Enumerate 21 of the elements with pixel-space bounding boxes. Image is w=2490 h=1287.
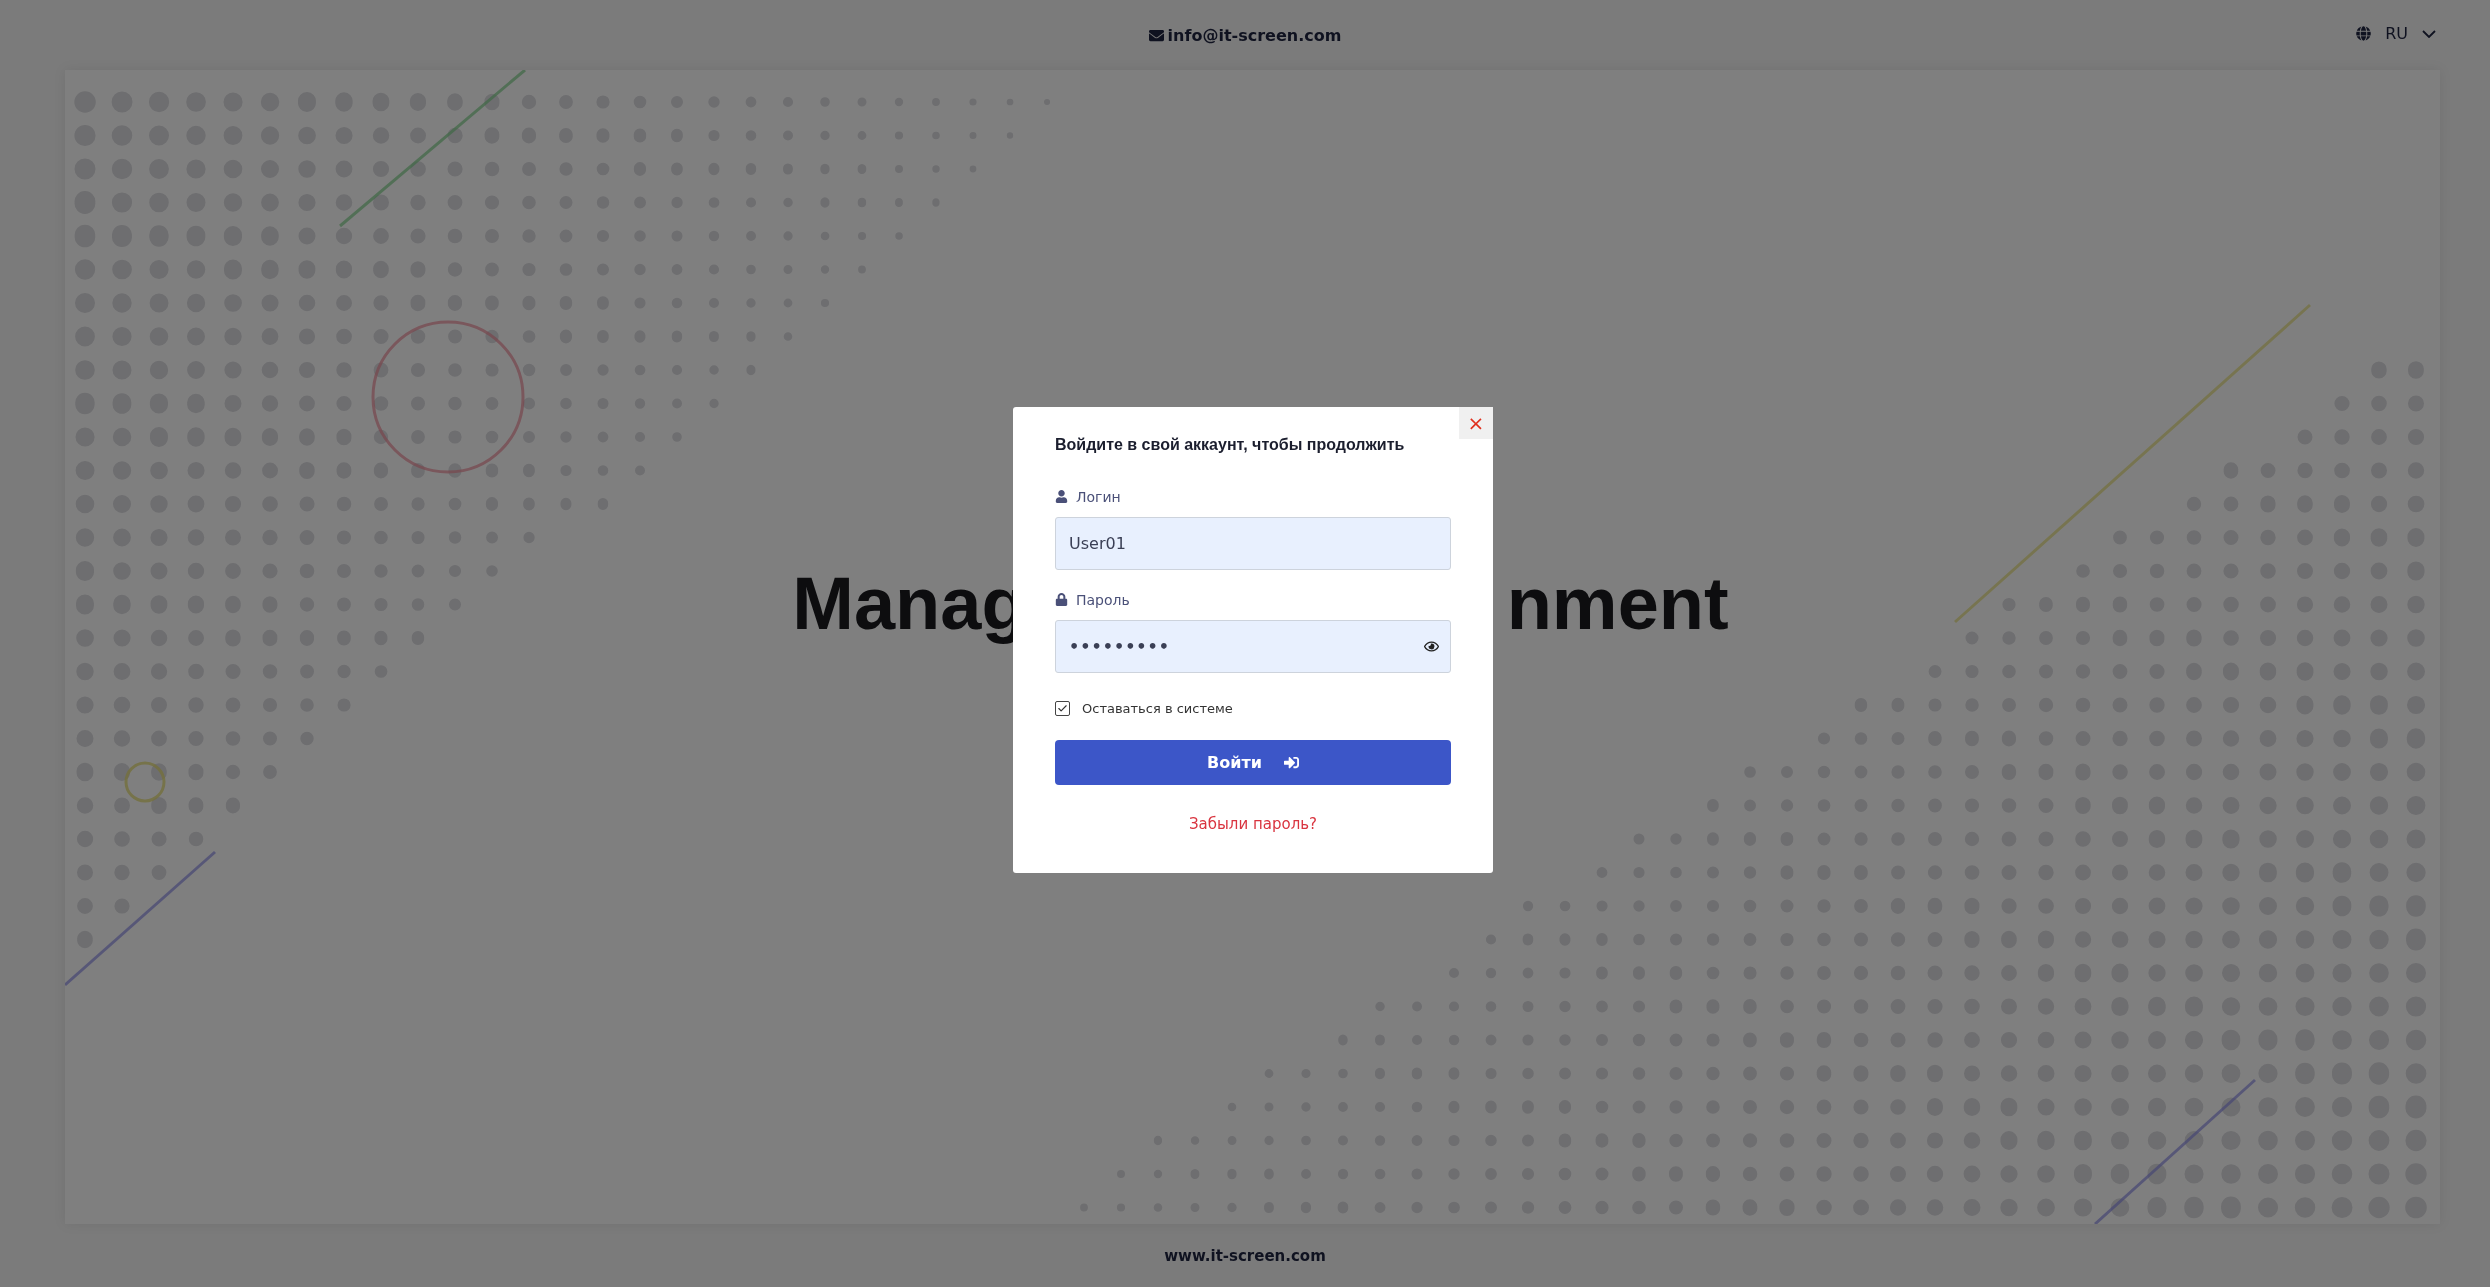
check-icon — [1057, 702, 1068, 714]
email-text: info@it-screen.com — [1167, 25, 1342, 45]
website-text: www.it-screen.com — [1164, 1246, 1326, 1265]
lock-icon — [1055, 593, 1068, 606]
envelope-icon — [1148, 27, 1164, 43]
sign-in-icon — [1283, 754, 1299, 770]
login-button[interactable]: Войти — [1055, 739, 1451, 785]
dialog-title: Войдите в свой аккаунт, чтобы продолжить — [1055, 434, 1405, 455]
close-button[interactable]: × — [1459, 406, 1493, 439]
field-label: Логин — [1076, 488, 1121, 505]
remember-label: Оставаться в системе — [1082, 700, 1233, 716]
globe-icon — [2356, 26, 2372, 41]
field-label: Пароль — [1076, 591, 1130, 608]
chevron-down-icon — [2422, 29, 2436, 38]
password-field[interactable]: ••••••••• — [1055, 619, 1451, 673]
language-selector[interactable]: RU — [2352, 20, 2440, 47]
hero-heading: nment — [1506, 560, 1729, 646]
login-field[interactable]: User01 — [1055, 516, 1451, 570]
user-icon — [1055, 490, 1068, 503]
forgot-password-link[interactable]: Забыли пароль? — [1188, 814, 1318, 833]
remember-checkbox[interactable] — [1055, 700, 1070, 716]
